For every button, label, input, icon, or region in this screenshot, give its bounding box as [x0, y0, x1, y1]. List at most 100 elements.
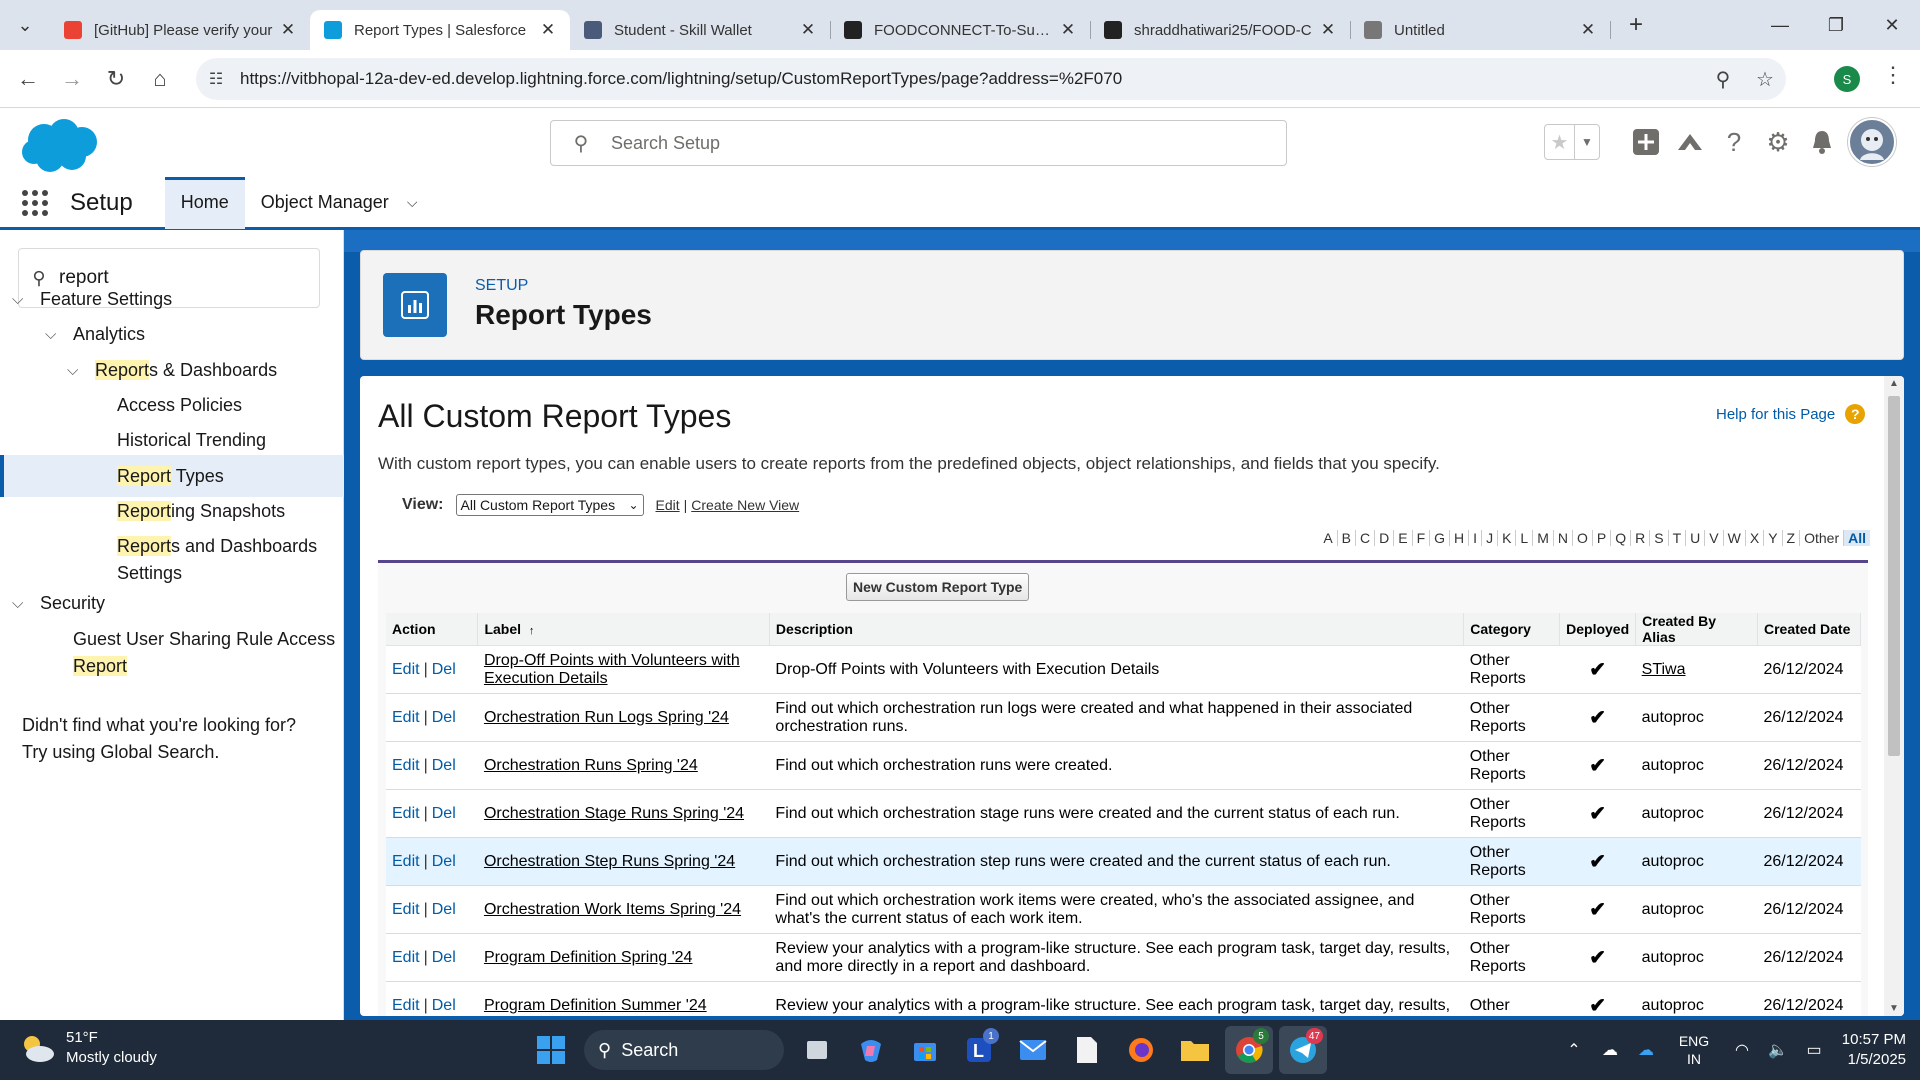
alpha-filter-r[interactable]: R — [1631, 530, 1651, 546]
browser-tab-title[interactable]: FOODCONNECT-To-Supply — [874, 22, 1058, 39]
forward-icon[interactable]: → — [50, 66, 94, 92]
delete-link[interactable]: Del — [432, 709, 456, 726]
browser-tab-title[interactable]: [GitHub] Please verify your — [94, 22, 278, 39]
windows-start-icon[interactable] — [527, 1026, 575, 1074]
chevron-down-icon[interactable]: ⌵ — [407, 194, 418, 211]
salesforce-logo[interactable] — [20, 118, 102, 174]
close-tab-icon[interactable]: ✕ — [1578, 20, 1598, 40]
delete-link[interactable]: Del — [432, 661, 456, 678]
alpha-filter-s[interactable]: S — [1650, 530, 1669, 546]
edit-link[interactable]: Edit — [392, 997, 420, 1014]
onedrive-blue-icon[interactable]: ☁ — [1628, 1040, 1664, 1060]
sort-ascending-icon[interactable]: ↑ — [529, 625, 535, 637]
edit-link[interactable]: Edit — [392, 805, 420, 822]
report-type-link[interactable]: Orchestration Run Logs Spring '24 — [484, 709, 729, 726]
zoom-icon[interactable]: ⚲ — [1702, 67, 1744, 92]
delete-link[interactable]: Del — [432, 757, 456, 774]
nav-report-types[interactable]: Report Types — [0, 455, 344, 497]
chrome-icon[interactable]: 5 — [1225, 1026, 1273, 1074]
alpha-filter-w[interactable]: W — [1724, 530, 1746, 546]
favorites-dropdown-icon[interactable]: ▼ — [1575, 125, 1599, 159]
chevron-up-icon[interactable]: ⌃ — [1556, 1040, 1592, 1060]
browser-tab[interactable]: Untitled ✕ — [1350, 10, 1611, 50]
alpha-filter-u[interactable]: U — [1686, 530, 1706, 546]
favorites-star-icon[interactable]: ★ — [1545, 125, 1575, 159]
nav-guest-user-sharing[interactable]: Guest User Sharing Rule Access Report — [0, 626, 344, 680]
alpha-filter-x[interactable]: X — [1746, 530, 1765, 546]
firefox-icon[interactable] — [1117, 1026, 1165, 1074]
report-type-link[interactable]: Drop-Off Points with Volunteers with Exe… — [484, 652, 740, 687]
new-custom-report-type-button[interactable]: New Custom Report Type — [846, 573, 1030, 601]
lens-app-icon[interactable]: L1 — [955, 1026, 1003, 1074]
new-tab-button[interactable]: + — [1616, 11, 1656, 39]
task-view-icon[interactable] — [793, 1026, 841, 1074]
browser-tab-title[interactable]: Untitled — [1394, 22, 1578, 39]
alpha-filter-f[interactable]: F — [1413, 530, 1431, 546]
reload-icon[interactable]: ↻ — [94, 66, 138, 92]
alpha-filter-o[interactable]: O — [1573, 530, 1593, 546]
browser-tab[interactable]: shraddhatiwari25/FOOD-C ✕ — [1090, 10, 1351, 50]
breadcrumb[interactable]: SETUP — [475, 277, 528, 295]
minimize-icon[interactable]: — — [1752, 0, 1808, 50]
help-link-text[interactable]: Help for this Page — [1716, 406, 1835, 423]
notifications-bell-icon[interactable] — [1800, 122, 1844, 162]
col-label-text[interactable]: Label — [484, 621, 521, 637]
alpha-filter-k[interactable]: K — [1498, 530, 1517, 546]
report-type-link[interactable]: Orchestration Stage Runs Spring '24 — [484, 805, 744, 822]
alpha-filter-a[interactable]: A — [1319, 530, 1338, 546]
restore-icon[interactable]: ❐ — [1808, 0, 1864, 50]
telegram-icon[interactable]: 47 — [1279, 1026, 1327, 1074]
file-explorer-icon[interactable] — [1171, 1026, 1219, 1074]
app-launcher-icon[interactable] — [0, 188, 70, 218]
nav-reports-dashboards-settings[interactable]: Reports and Dashboards Settings — [0, 533, 344, 587]
trailhead-icon[interactable] — [1668, 122, 1712, 162]
browser-tab-title[interactable]: Student - Skill Wallet — [614, 22, 798, 39]
edit-view-link[interactable]: Edit — [656, 497, 680, 513]
tab-home[interactable]: Home — [164, 176, 245, 229]
report-type-link[interactable]: Program Definition Summer '24 — [484, 997, 707, 1014]
alpha-filter-d[interactable]: D — [1375, 530, 1395, 546]
delete-link[interactable]: Del — [432, 853, 456, 870]
language-indicator[interactable]: ENG IN — [1670, 1032, 1718, 1068]
help-for-page-link[interactable]: Help for this Page? — [1716, 404, 1866, 424]
browser-tab[interactable]: Student - Skill Wallet ✕ — [570, 10, 831, 50]
nav-reporting-snapshots[interactable]: Reporting Snapshots — [0, 498, 344, 525]
alpha-filter-p[interactable]: P — [1593, 530, 1612, 546]
taskbar-search[interactable]: ⚲ Search — [584, 1030, 784, 1070]
close-window-icon[interactable]: ✕ — [1864, 0, 1920, 50]
edit-link[interactable]: Edit — [392, 853, 420, 870]
url-text[interactable]: https://vitbhopal-12a-dev-ed.develop.lig… — [240, 69, 1702, 89]
setup-gear-icon[interactable]: ⚙ — [1756, 122, 1800, 162]
close-tab-icon[interactable]: ✕ — [278, 20, 298, 40]
nav-analytics[interactable]: ⌵ Analytics — [0, 321, 344, 348]
chevron-down-icon[interactable]: ⌵ — [45, 321, 56, 348]
alpha-filter-y[interactable]: Y — [1764, 530, 1783, 546]
edit-link[interactable]: Edit — [392, 901, 420, 918]
tab-object-manager[interactable]: Object Manager ⌵ — [245, 177, 434, 229]
col-label[interactable]: Label ↑ — [477, 613, 770, 646]
chevron-down-icon[interactable]: ⌵ — [12, 590, 23, 617]
report-type-link[interactable]: Program Definition Spring '24 — [484, 949, 693, 966]
home-icon[interactable]: ⌂ — [138, 66, 182, 92]
alpha-filter-all[interactable]: All — [1844, 530, 1870, 546]
scroll-up-icon[interactable]: ▲ — [1884, 378, 1904, 389]
system-clock[interactable]: 10:57 PM 1/5/2025 — [1820, 1030, 1906, 1070]
user-avatar-icon[interactable] — [1848, 118, 1896, 166]
close-tab-icon[interactable]: ✕ — [538, 20, 558, 40]
nav-reports-dashboards[interactable]: ⌵ Reports & Dashboards — [0, 357, 344, 384]
wifi-icon[interactable]: ◠ — [1724, 1040, 1760, 1060]
alpha-filter-q[interactable]: Q — [1611, 530, 1632, 546]
help-question-icon[interactable]: ? — [1845, 404, 1866, 424]
alpha-filter-h[interactable]: H — [1450, 530, 1470, 546]
close-tab-icon[interactable]: ✕ — [1318, 20, 1338, 40]
browser-tab[interactable]: [GitHub] Please verify your ✕ — [50, 10, 310, 50]
created-by-alias[interactable]: STiwa — [1642, 661, 1686, 678]
edit-link[interactable]: Edit — [392, 661, 420, 678]
close-tab-icon[interactable]: ✕ — [1058, 20, 1078, 40]
file-icon[interactable] — [1063, 1026, 1111, 1074]
browser-tab[interactable]: Report Types | Salesforce ✕ — [310, 10, 570, 50]
tab-search-dropdown-icon[interactable]: ⌄ — [0, 0, 50, 50]
edit-link[interactable]: Edit — [392, 949, 420, 966]
alpha-filter-v[interactable]: V — [1705, 530, 1724, 546]
volume-muted-icon[interactable]: 🔈 — [1760, 1040, 1796, 1060]
